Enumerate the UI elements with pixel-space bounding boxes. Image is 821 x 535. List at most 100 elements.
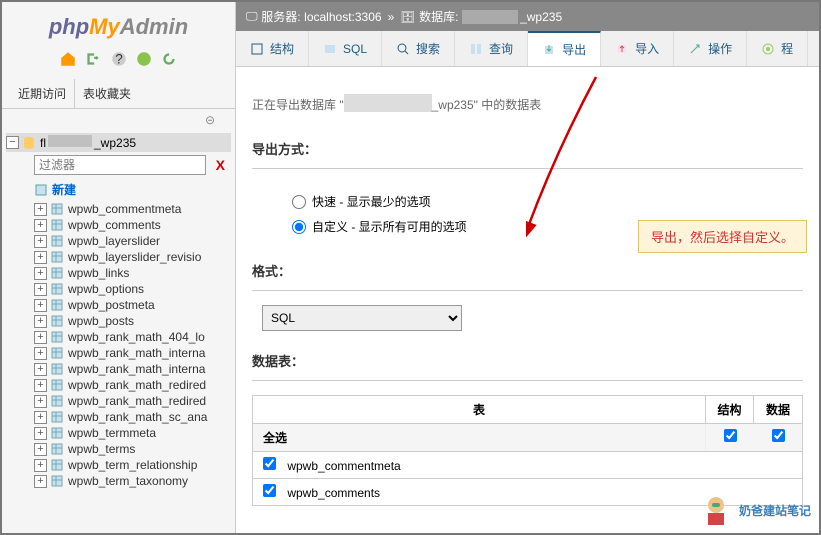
table-icon	[50, 266, 64, 280]
radio-custom[interactable]	[292, 220, 306, 234]
table-icon	[50, 330, 64, 344]
page-title: 正在导出数据库 "_wp235" 中的数据表	[252, 91, 803, 115]
clear-filter-button[interactable]: X	[210, 157, 231, 173]
table-node[interactable]: +wpwb_termmeta	[6, 425, 231, 441]
favorites-tab[interactable]: 表收藏夹	[75, 79, 139, 108]
tables-header: 表 结构 数据	[252, 395, 803, 424]
tab-structure[interactable]: 结构	[236, 31, 309, 66]
table-node[interactable]: +wpwb_rank_math_redired	[6, 377, 231, 393]
col-structure-header: 结构	[706, 396, 754, 423]
tab-sql[interactable]: SQL	[309, 31, 382, 66]
expand-icon[interactable]: +	[34, 443, 47, 456]
database-icon	[22, 136, 36, 150]
home-icon[interactable]	[59, 50, 77, 68]
expand-icon[interactable]: +	[34, 235, 47, 248]
filter-input[interactable]	[34, 155, 206, 175]
table-node[interactable]: +wpwb_commentmeta	[6, 201, 231, 217]
table-node[interactable]: +wpwb_rank_math_sc_ana	[6, 409, 231, 425]
expand-icon[interactable]: +	[34, 203, 47, 216]
docs-icon[interactable]: ?	[110, 50, 128, 68]
select-all-structure[interactable]	[724, 429, 737, 442]
select-all-data[interactable]	[772, 429, 785, 442]
expand-icon[interactable]: +	[34, 395, 47, 408]
server-label: 服务器:	[261, 8, 300, 25]
table-node[interactable]: +wpwb_comments	[6, 217, 231, 233]
expand-icon[interactable]: +	[34, 331, 47, 344]
tab-import[interactable]: 导入	[601, 31, 674, 66]
expand-icon[interactable]: +	[34, 363, 47, 376]
tab-routines[interactable]: 程	[747, 31, 808, 66]
watermark: 奶爸建站笔记	[699, 493, 811, 527]
operations-icon	[688, 42, 702, 56]
table-icon	[50, 282, 64, 296]
select-all-label[interactable]: 全选	[253, 424, 706, 451]
row-checkbox[interactable]	[263, 484, 276, 497]
expand-icon[interactable]: +	[34, 411, 47, 424]
table-node[interactable]: +wpwb_posts	[6, 313, 231, 329]
table-node[interactable]: +wpwb_term_relationship	[6, 457, 231, 473]
tab-query[interactable]: 查询	[455, 31, 528, 66]
recent-tabs: 近期访问 表收藏夹	[2, 79, 235, 109]
table-node[interactable]: +wpwb_terms	[6, 441, 231, 457]
radio-quick-label: 快速 - 显示最少的选项	[312, 193, 431, 210]
expand-icon[interactable]: +	[34, 347, 47, 360]
new-table-row[interactable]: 新建	[6, 178, 231, 201]
expand-icon[interactable]: +	[34, 459, 47, 472]
import-icon	[615, 42, 629, 56]
table-node[interactable]: +wpwb_rank_math_interna	[6, 345, 231, 361]
table-node[interactable]: +wpwb_options	[6, 281, 231, 297]
radio-quick[interactable]	[292, 195, 306, 209]
routines-icon	[761, 42, 775, 56]
structure-icon	[250, 42, 264, 56]
table-node[interactable]: +wpwb_rank_math_interna	[6, 361, 231, 377]
table-node[interactable]: +wpwb_layerslider	[6, 233, 231, 249]
main-panel: 🖵 服务器: localhost:3306 » 🗄 数据库: _wp235 结构…	[236, 2, 819, 533]
table-node[interactable]: +wpwb_term_taxonomy	[6, 473, 231, 489]
collapse-icon[interactable]: −	[6, 136, 19, 149]
recent-tab[interactable]: 近期访问	[10, 79, 75, 108]
table-node[interactable]: +wpwb_layerslider_revisio	[6, 249, 231, 265]
table-node[interactable]: +wpwb_rank_math_404_lo	[6, 329, 231, 345]
tab-search[interactable]: 搜索	[382, 31, 455, 66]
export-method-title: 导出方式：	[252, 139, 803, 158]
settings-icon[interactable]	[135, 50, 153, 68]
expand-icon[interactable]: +	[34, 427, 47, 440]
new-icon	[34, 183, 48, 197]
sidebar-toolbar: ?	[2, 46, 235, 79]
db-label: 数据库:	[419, 8, 458, 25]
export-icon	[542, 43, 556, 57]
tab-operations[interactable]: 操作	[674, 31, 747, 66]
expand-icon[interactable]: +	[34, 267, 47, 280]
table-node[interactable]: +wpwb_links	[6, 265, 231, 281]
expand-icon[interactable]: +	[34, 475, 47, 488]
svg-text:?: ?	[115, 52, 123, 67]
table-icon	[50, 474, 64, 488]
reload-icon[interactable]	[160, 50, 178, 68]
filter-row: X	[6, 152, 231, 178]
expand-icon[interactable]: +	[34, 299, 47, 312]
table-row: wpwb_commentmeta	[252, 452, 803, 479]
logout-icon[interactable]	[84, 50, 102, 68]
table-node[interactable]: +wpwb_rank_math_redired	[6, 393, 231, 409]
expand-icon[interactable]: +	[34, 315, 47, 328]
expand-icon[interactable]: +	[34, 251, 47, 264]
row-checkbox[interactable]	[263, 457, 276, 470]
select-all-row: 全选	[252, 424, 803, 452]
expand-icon[interactable]: +	[34, 219, 47, 232]
tab-export[interactable]: 导出	[528, 31, 601, 66]
sql-icon	[323, 42, 337, 56]
expand-icon[interactable]: +	[34, 379, 47, 392]
table-icon	[50, 314, 64, 328]
col-table-header: 表	[253, 396, 706, 423]
expand-icon[interactable]: +	[34, 283, 47, 296]
tabs: 结构 SQL 搜索 查询 导出 导入 操作 程	[236, 31, 819, 67]
table-icon	[50, 250, 64, 264]
database-node[interactable]: − fl_wp235	[6, 133, 231, 152]
content: 正在导出数据库 "_wp235" 中的数据表 导出方式： 快速 - 显示最少的选…	[236, 67, 819, 530]
table-node[interactable]: +wpwb_postmeta	[6, 297, 231, 313]
table-icon	[50, 426, 64, 440]
link-icon[interactable]: ⊝	[2, 109, 235, 131]
format-select[interactable]: SQL	[262, 305, 462, 331]
db-tree: − fl_wp235 X 新建 +wpwb_commentmeta+wpwb_c…	[2, 131, 235, 491]
server-value[interactable]: localhost:3306	[304, 10, 381, 24]
